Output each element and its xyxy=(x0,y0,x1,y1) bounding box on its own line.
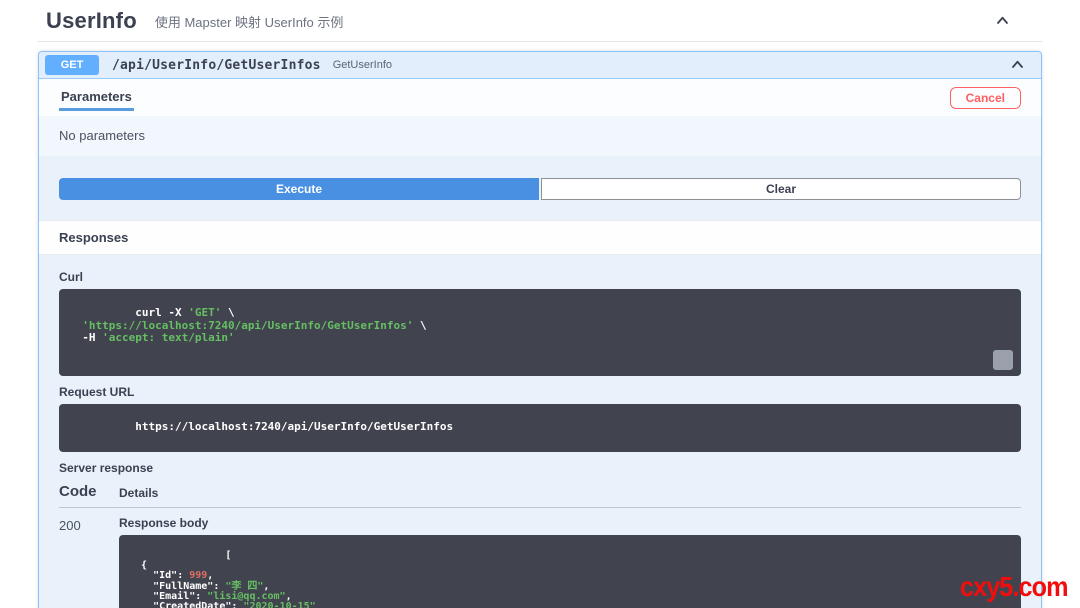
copy-curl-button[interactable] xyxy=(993,349,1013,370)
clear-button[interactable]: Clear xyxy=(541,178,1021,200)
tag-header: UserInfo 使用 Mapster 映射 UserInfo 示例 xyxy=(38,0,1042,42)
curl-label: Curl xyxy=(59,270,83,284)
watermark: cxy5.com xyxy=(960,571,1069,602)
swagger-page: UserInfo 使用 Mapster 映射 UserInfo 示例 GET /… xyxy=(0,0,1080,608)
code-column-header: Code xyxy=(59,482,97,500)
opblock-summary[interactable]: GET /api/UserInfo/GetUserInfos GetUserIn… xyxy=(39,52,1041,79)
responses-body: Curl curl -X 'GET' \ 'https://localhost:… xyxy=(39,255,1041,608)
response-table-header: Code Details xyxy=(59,483,1021,508)
request-url-label: Request URL xyxy=(59,384,135,399)
endpoint-path: /api/UserInfo/GetUserInfos xyxy=(112,57,321,73)
parameters-header: Parameters Cancel xyxy=(39,79,1041,116)
curl-command: curl -X 'GET' \ 'https://localhost:7240/… xyxy=(82,305,427,345)
responses-section-title: Responses xyxy=(39,220,1041,255)
tag-description: 使用 Mapster 映射 UserInfo 示例 xyxy=(154,14,344,30)
chevron-up-icon xyxy=(995,14,1010,29)
table-row: 200 Response body [ { "Id": 999, "FullNa… xyxy=(59,508,1021,608)
server-response-label: Server response xyxy=(59,460,154,475)
request-url-value: https://localhost:7240/api/UserInfo/GetU… xyxy=(135,420,454,434)
tag-collapse-button[interactable] xyxy=(993,12,1012,31)
execute-wrapper: Execute Clear xyxy=(39,156,1041,220)
opblock-get: GET /api/UserInfo/GetUserInfos GetUserIn… xyxy=(38,51,1042,608)
no-parameters-message: No parameters xyxy=(39,116,1041,156)
page-title: UserInfo xyxy=(46,8,137,33)
server-response-table: Code Details 200 Response body [ { "Id":… xyxy=(59,483,1021,608)
response-body-label: Response body xyxy=(119,515,209,530)
response-details-cell: Response body [ { "Id": 999, "FullName":… xyxy=(119,516,1021,608)
request-url-block: https://localhost:7240/api/UserInfo/GetU… xyxy=(59,403,1021,452)
chevron-up-icon xyxy=(1010,58,1025,73)
execute-button[interactable]: Execute xyxy=(59,178,539,200)
cancel-button[interactable]: Cancel xyxy=(949,87,1021,109)
clipboard-icon xyxy=(972,337,1021,376)
tab-parameters[interactable]: Parameters xyxy=(59,86,134,111)
status-code: 200 xyxy=(59,517,81,533)
response-body-block: [ { "Id": 999, "FullName": "李 四", "Email… xyxy=(119,534,1021,608)
details-column-header: Details xyxy=(119,485,159,500)
http-method-badge: GET xyxy=(45,55,99,75)
curl-block: curl -X 'GET' \ 'https://localhost:7240/… xyxy=(59,289,1021,376)
response-body-code: [ { "Id": 999, "FullName": "李 四", "Email… xyxy=(141,549,316,608)
opblock-collapse-button[interactable] xyxy=(1008,56,1027,75)
endpoint-summary: GetUserInfo xyxy=(332,59,393,71)
